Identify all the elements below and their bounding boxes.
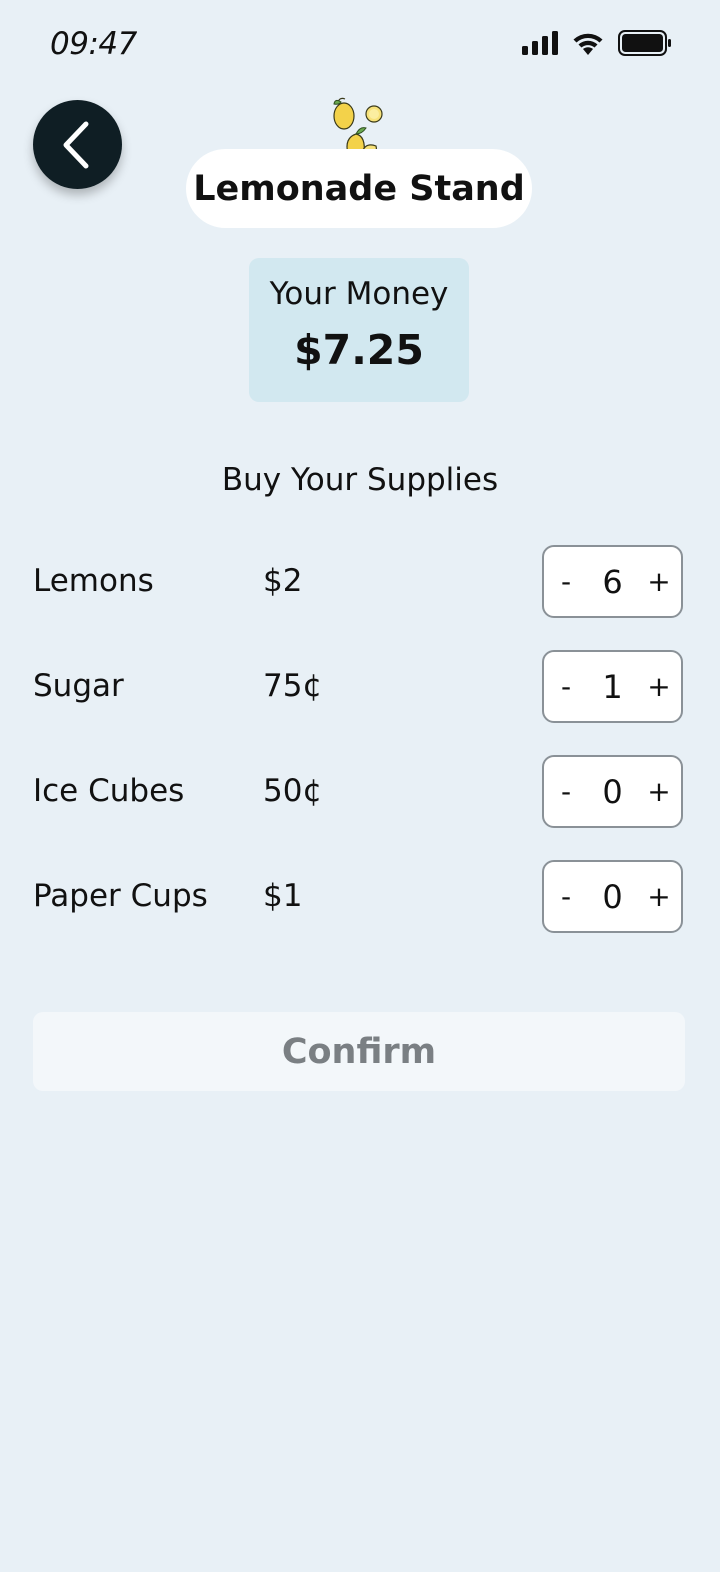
cellular-signal-icon [522,31,558,55]
quantity-value: 1 [602,667,623,706]
wifi-icon [573,33,603,55]
increment-button[interactable]: + [639,757,679,826]
item-price: 50¢ [263,773,323,809]
chevron-left-icon [63,121,88,168]
status-time: 09:47 [50,26,137,62]
increment-button[interactable]: + [639,652,679,721]
title-pill: Lemonade Stand [186,149,532,228]
status-bar: 09:47 [0,0,720,90]
quantity-value: 0 [602,877,623,916]
quantity-stepper: - 6 + [542,545,683,618]
quantity-value: 0 [602,772,623,811]
quantity-stepper: - 0 + [542,860,683,933]
battery-icon [618,30,671,56]
money-label: Your Money [269,276,449,312]
quantity-value: 6 [602,562,623,601]
confirm-button[interactable]: Confirm [33,1012,685,1091]
item-name: Paper Cups [33,878,208,914]
decrement-button[interactable]: - [546,547,586,616]
item-price: 75¢ [263,668,323,704]
item-name: Ice Cubes [33,773,185,809]
quantity-stepper: - 0 + [542,755,683,828]
supply-row-paper-cups: Paper Cups $1 - 0 + [0,860,720,936]
back-button[interactable] [33,100,122,189]
page-title: Lemonade Stand [193,168,525,209]
decrement-button[interactable]: - [546,862,586,931]
money-amount: $7.25 [294,326,424,374]
item-price: $1 [263,878,303,914]
increment-button[interactable]: + [639,547,679,616]
money-card: Your Money $7.25 [249,258,469,402]
decrement-button[interactable]: - [546,652,586,721]
increment-button[interactable]: + [639,862,679,931]
supply-row-ice-cubes: Ice Cubes 50¢ - 0 + [0,755,720,831]
quantity-stepper: - 1 + [542,650,683,723]
item-name: Lemons [33,563,154,599]
item-name: Sugar [33,668,124,704]
status-icons [522,30,672,56]
item-price: $2 [263,563,303,599]
supply-row-lemons: Lemons $2 - 6 + [0,545,720,621]
supply-row-sugar: Sugar 75¢ - 1 + [0,650,720,726]
supplies-heading: Buy Your Supplies [221,462,499,498]
decrement-button[interactable]: - [546,757,586,826]
